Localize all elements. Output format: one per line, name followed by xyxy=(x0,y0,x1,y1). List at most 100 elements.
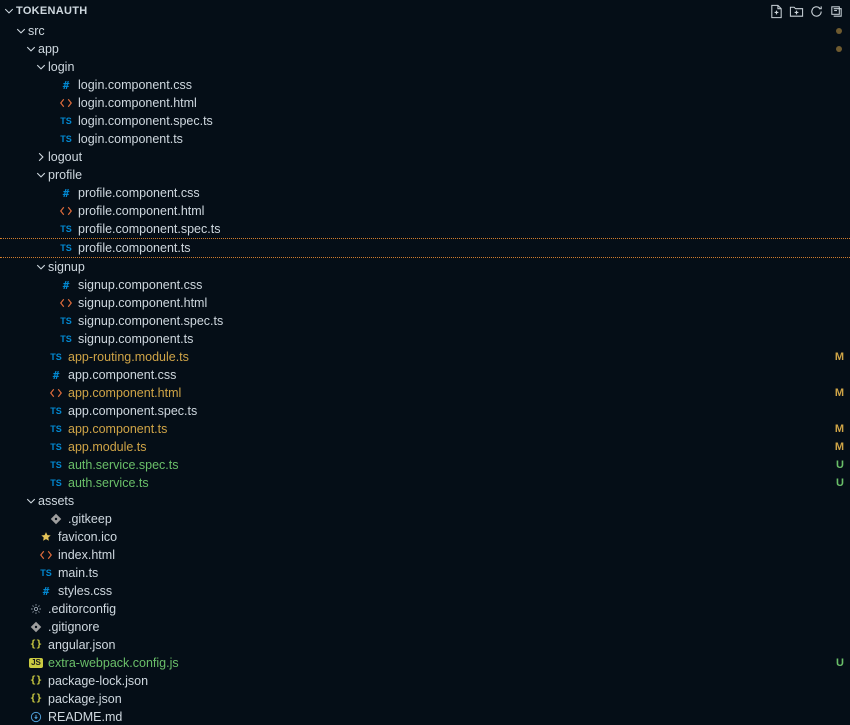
file-row[interactable]: #login.component.css xyxy=(0,76,850,94)
folder-label: signup xyxy=(48,258,85,276)
explorer-header: TOKENAUTH xyxy=(0,0,850,22)
new-file-icon[interactable] xyxy=(766,1,786,21)
file-row[interactable]: TSsignup.component.spec.ts xyxy=(0,312,850,330)
file-row[interactable]: login.component.html xyxy=(0,94,850,112)
file-row[interactable]: TS login.component.ts xyxy=(0,130,850,148)
file-row[interactable]: {} angular.json xyxy=(0,636,850,654)
chevron-down-icon[interactable] xyxy=(24,496,38,506)
favicon-icon xyxy=(38,531,54,543)
file-row[interactable]: TSprofile.component.spec.ts xyxy=(0,220,850,238)
html-icon xyxy=(48,387,64,399)
ts-icon: TS xyxy=(58,135,74,144)
folder-row[interactable]: login xyxy=(0,58,850,76)
css-icon: # xyxy=(48,370,64,381)
file-row[interactable]: TSapp.module.tsM xyxy=(0,438,850,456)
folder-label: app xyxy=(38,40,59,58)
file-label: .gitkeep xyxy=(68,510,112,528)
ts-icon: TS xyxy=(48,479,64,488)
file-label: angular.json xyxy=(48,636,115,654)
ts-icon: TS xyxy=(58,317,74,326)
chevron-down-icon[interactable] xyxy=(34,170,48,180)
file-label: app.component.ts xyxy=(68,420,167,438)
chevron-down-icon[interactable] xyxy=(24,44,38,54)
file-row[interactable]: TSapp.component.spec.ts xyxy=(0,402,850,420)
folder-row[interactable]: src xyxy=(0,22,850,40)
file-row[interactable]: #signup.component.css xyxy=(0,276,850,294)
refresh-icon[interactable] xyxy=(806,1,826,21)
file-row[interactable]: .gitkeep xyxy=(0,510,850,528)
file-label: profile.component.spec.ts xyxy=(78,220,220,238)
folder-label: src xyxy=(28,22,45,40)
scm-dot xyxy=(836,46,842,52)
explorer-panel: TOKENAUTH srcapplogin#login.component.cs… xyxy=(0,0,850,725)
collapse-all-icon[interactable] xyxy=(826,1,846,21)
file-row[interactable]: #styles.css xyxy=(0,582,850,600)
file-row[interactable]: README.md xyxy=(0,708,850,725)
folder-label: logout xyxy=(48,148,82,166)
file-row[interactable]: {}package-lock.json xyxy=(0,672,850,690)
file-label: index.html xyxy=(58,546,115,564)
json-icon: {} xyxy=(28,640,44,650)
html-icon xyxy=(38,549,54,561)
new-folder-icon[interactable] xyxy=(786,1,806,21)
file-row[interactable]: TSmain.ts xyxy=(0,564,850,582)
file-row[interactable]: JSextra-webpack.config.jsU xyxy=(0,654,850,672)
file-row[interactable]: TSapp-routing.module.tsM xyxy=(0,348,850,366)
chevron-down-icon[interactable] xyxy=(2,6,16,16)
file-row[interactable]: TSlogin.component.spec.ts xyxy=(0,112,850,130)
chevron-down-icon[interactable] xyxy=(14,26,28,36)
file-label: login.component.ts xyxy=(78,130,183,148)
file-row[interactable]: app.component.htmlM xyxy=(0,384,850,402)
file-label: login.component.html xyxy=(78,94,197,112)
ts-icon: TS xyxy=(48,461,64,470)
file-tree[interactable]: srcapplogin#login.component.csslogin.com… xyxy=(0,22,850,725)
scm-status: M xyxy=(835,438,844,456)
chevron-down-icon[interactable] xyxy=(34,62,48,72)
scm-dot xyxy=(836,28,842,34)
folder-row[interactable]: signup xyxy=(0,258,850,276)
file-row[interactable]: TSauth.service.spec.tsU xyxy=(0,456,850,474)
folder-row[interactable]: assets xyxy=(0,492,850,510)
file-label: profile.component.css xyxy=(78,184,200,202)
file-row[interactable]: TSprofile.component.ts xyxy=(0,238,850,258)
file-label: profile.component.ts xyxy=(78,239,191,257)
file-row[interactable]: signup.component.html xyxy=(0,294,850,312)
chevron-right-icon[interactable] xyxy=(34,152,48,162)
ts-icon: TS xyxy=(48,425,64,434)
chevron-down-icon[interactable] xyxy=(34,262,48,272)
project-title: TOKENAUTH xyxy=(16,5,88,17)
git-icon xyxy=(28,621,44,633)
file-row[interactable]: TSauth.service.tsU xyxy=(0,474,850,492)
scm-status: U xyxy=(836,474,844,492)
ts-icon: TS xyxy=(48,407,64,416)
git-icon xyxy=(48,513,64,525)
ts-icon: TS xyxy=(58,335,74,344)
scm-status: M xyxy=(835,384,844,402)
file-row[interactable]: .editorconfig xyxy=(0,600,850,618)
gear-icon xyxy=(28,603,44,615)
folder-row[interactable]: app xyxy=(0,40,850,58)
html-icon xyxy=(58,205,74,217)
file-label: app-routing.module.ts xyxy=(68,348,189,366)
file-label: package-lock.json xyxy=(48,672,148,690)
folder-row[interactable]: profile xyxy=(0,166,850,184)
css-icon: # xyxy=(58,280,74,291)
scm-status: M xyxy=(835,348,844,366)
file-row[interactable]: index.html xyxy=(0,546,850,564)
file-label: app.module.ts xyxy=(68,438,147,456)
file-row[interactable]: #app.component.css xyxy=(0,366,850,384)
file-row[interactable]: TS signup.component.ts xyxy=(0,330,850,348)
file-label: signup.component.ts xyxy=(78,330,193,348)
file-label: profile.component.html xyxy=(78,202,204,220)
file-row[interactable]: {}package.json xyxy=(0,690,850,708)
file-label: .editorconfig xyxy=(48,600,116,618)
folder-row[interactable]: logout xyxy=(0,148,850,166)
js-icon: JS xyxy=(28,658,44,668)
file-row[interactable]: favicon.ico xyxy=(0,528,850,546)
file-row[interactable]: #profile.component.css xyxy=(0,184,850,202)
file-row[interactable]: .gitignore xyxy=(0,618,850,636)
ts-icon: TS xyxy=(38,569,54,578)
file-row[interactable]: profile.component.html xyxy=(0,202,850,220)
file-row[interactable]: TSapp.component.tsM xyxy=(0,420,850,438)
file-label: styles.css xyxy=(58,582,112,600)
